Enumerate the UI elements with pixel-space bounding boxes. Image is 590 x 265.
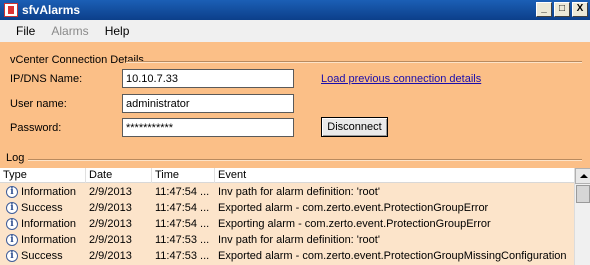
column-type[interactable]: Type (0, 168, 86, 183)
username-input[interactable] (122, 94, 294, 113)
row-type: Information (21, 218, 77, 230)
window-controls: _ □ X (536, 2, 588, 17)
ip-input[interactable] (122, 69, 294, 88)
row-date: 2/9/2013 (89, 234, 132, 246)
row-time: 11:47:53 ... (155, 250, 210, 262)
row-time: 11:47:54 ... (155, 218, 210, 230)
disconnect-button[interactable]: Disconnect (321, 117, 388, 137)
log-panel: Log Type Date Time Event i Information 2… (0, 150, 590, 265)
info-icon: i (6, 186, 18, 198)
row-type: Information (21, 186, 77, 198)
table-row[interactable]: i Success 2/9/2013 11:47:53 ... Exported… (0, 248, 574, 264)
menu-bar: File Alarms Help (0, 20, 590, 42)
log-header: Type Date Time Event (0, 168, 574, 183)
table-row[interactable]: i Information 2/9/2013 11:47:54 ... Expo… (0, 216, 574, 232)
connection-panel: vCenter Connection Details IP/DNS Name: … (0, 42, 590, 150)
row-event: Inv path for alarm definition: 'root' (218, 186, 380, 198)
row-date: 2/9/2013 (89, 202, 132, 214)
row-event: Exporting alarm - com.zerto.event.Protec… (218, 218, 491, 230)
row-event: Exported alarm - com.zerto.event.Protect… (218, 250, 567, 262)
info-icon: i (6, 234, 18, 246)
row-type: Success (21, 202, 63, 214)
minimize-button[interactable]: _ (536, 2, 552, 17)
load-previous-link[interactable]: Load previous connection details (321, 73, 481, 85)
row-time: 11:47:54 ... (155, 202, 210, 214)
maximize-button[interactable]: □ (554, 2, 570, 17)
menu-alarms[interactable]: Alarms (43, 24, 96, 38)
row-event: Exported alarm - com.zerto.event.Protect… (218, 202, 489, 214)
info-icon: i (6, 218, 18, 230)
menu-help[interactable]: Help (97, 24, 138, 38)
scroll-up-arrow-icon[interactable] (575, 168, 590, 184)
title-bar: sfvAlarms _ □ X (0, 0, 590, 20)
password-input[interactable] (122, 118, 294, 137)
log-divider (28, 159, 582, 161)
log-scrollbar[interactable] (574, 168, 590, 265)
row-date: 2/9/2013 (89, 186, 132, 198)
ip-label: IP/DNS Name: (10, 73, 83, 85)
row-event: Inv path for alarm definition: 'root' (218, 234, 380, 246)
log-table: Type Date Time Event i Information 2/9/2… (0, 168, 590, 265)
column-time[interactable]: Time (152, 168, 215, 183)
row-date: 2/9/2013 (89, 250, 132, 262)
row-time: 11:47:54 ... (155, 186, 210, 198)
row-date: 2/9/2013 (89, 218, 132, 230)
table-row[interactable]: i Information 2/9/2013 11:47:54 ... Inv … (0, 184, 574, 200)
row-type: Success (21, 250, 63, 262)
column-event[interactable]: Event (215, 168, 574, 183)
close-button[interactable]: X (572, 2, 588, 17)
group-divider (126, 61, 582, 63)
row-time: 11:47:53 ... (155, 234, 210, 246)
table-row[interactable]: i Success 2/9/2013 11:47:54 ... Exported… (0, 200, 574, 216)
menu-file[interactable]: File (8, 24, 43, 38)
app-icon (4, 3, 18, 17)
window-title: sfvAlarms (22, 3, 81, 17)
row-type: Information (21, 234, 77, 246)
password-label: Password: (10, 122, 62, 134)
username-label: User name: (10, 98, 67, 110)
log-title: Log (6, 152, 25, 164)
column-date[interactable]: Date (86, 168, 152, 183)
table-row[interactable]: i Information 2/9/2013 11:47:53 ... Inv … (0, 232, 574, 248)
info-icon: i (6, 202, 18, 214)
scroll-thumb[interactable] (576, 185, 590, 203)
info-icon: i (6, 250, 18, 262)
connection-group-title: vCenter Connection Details (10, 54, 144, 66)
